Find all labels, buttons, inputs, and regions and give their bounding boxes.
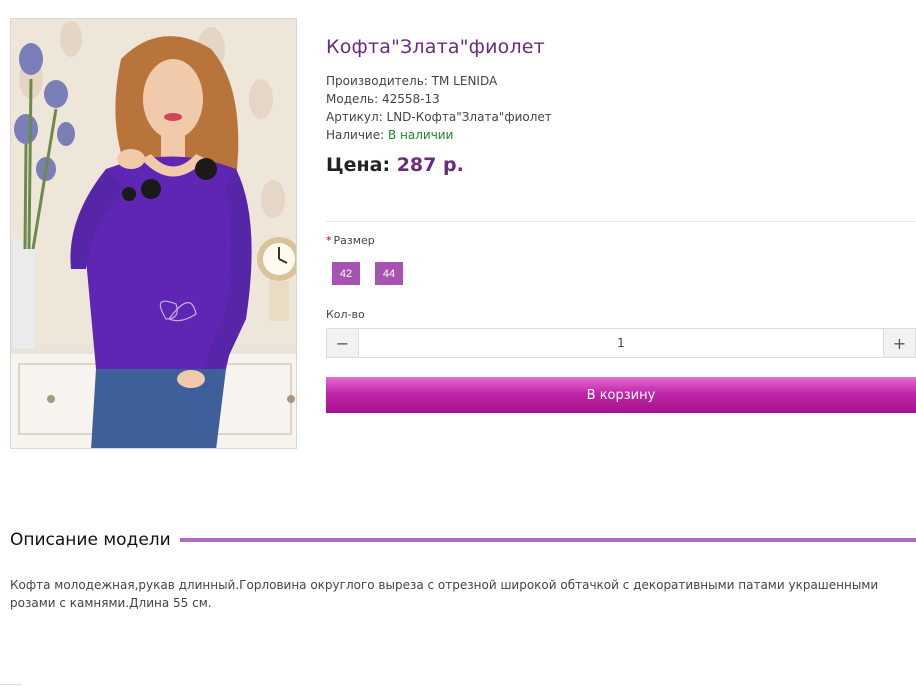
size-label: * Размер bbox=[326, 234, 375, 247]
description-header: Описание модели bbox=[10, 530, 916, 550]
size-option-44[interactable]: 44 bbox=[375, 262, 403, 285]
manufacturer-label: Производитель: bbox=[326, 74, 428, 88]
model-label: Модель: bbox=[326, 92, 379, 106]
description-heading: Описание модели bbox=[10, 530, 171, 550]
product-photo bbox=[11, 19, 296, 448]
price-row: Цена: 287 р. bbox=[326, 154, 916, 176]
quantity-label: Кол-во bbox=[326, 308, 365, 321]
quantity-input[interactable] bbox=[359, 329, 883, 357]
sku-label: Артикул: bbox=[326, 110, 383, 124]
price-value: 287 р. bbox=[396, 154, 464, 176]
size-option-42[interactable]: 42 bbox=[332, 262, 360, 285]
required-mark: * bbox=[326, 234, 332, 247]
availability-value: В наличии bbox=[388, 128, 454, 142]
product-title: Кофта"Злата"фиолет bbox=[326, 36, 545, 58]
footer-divider bbox=[0, 684, 22, 685]
product-image[interactable] bbox=[10, 18, 297, 449]
divider bbox=[326, 221, 916, 222]
sku-row: Артикул: LND-Кофта"Злата"фиолет bbox=[326, 108, 916, 126]
product-info: Кофта"Злата"фиолет Производитель: ТМ LEN… bbox=[326, 36, 916, 176]
availability-label: Наличие: bbox=[326, 128, 385, 142]
sku-value: LND-Кофта"Злата"фиолет bbox=[386, 110, 552, 124]
quantity-stepper: − + bbox=[326, 328, 916, 358]
manufacturer-value[interactable]: ТМ LENIDA bbox=[432, 74, 498, 88]
size-options: 42 44 bbox=[332, 262, 403, 285]
quantity-decrease-button[interactable]: − bbox=[327, 329, 359, 357]
price-label: Цена: bbox=[326, 154, 391, 176]
size-label-text: Размер bbox=[333, 234, 375, 247]
description-heading-line bbox=[179, 538, 916, 542]
model-row: Модель: 42558-13 bbox=[326, 90, 916, 108]
availability-row: Наличие: В наличии bbox=[326, 126, 916, 144]
description-text: Кофта молодежная,рукав длинный.Горловина… bbox=[10, 578, 879, 610]
manufacturer-row: Производитель: ТМ LENIDA bbox=[326, 72, 916, 90]
quantity-increase-button[interactable]: + bbox=[883, 329, 915, 357]
product-meta: Производитель: ТМ LENIDA Модель: 42558-1… bbox=[326, 72, 916, 144]
add-to-cart-button[interactable]: В корзину bbox=[326, 377, 916, 413]
model-value: 42558-13 bbox=[382, 92, 440, 106]
